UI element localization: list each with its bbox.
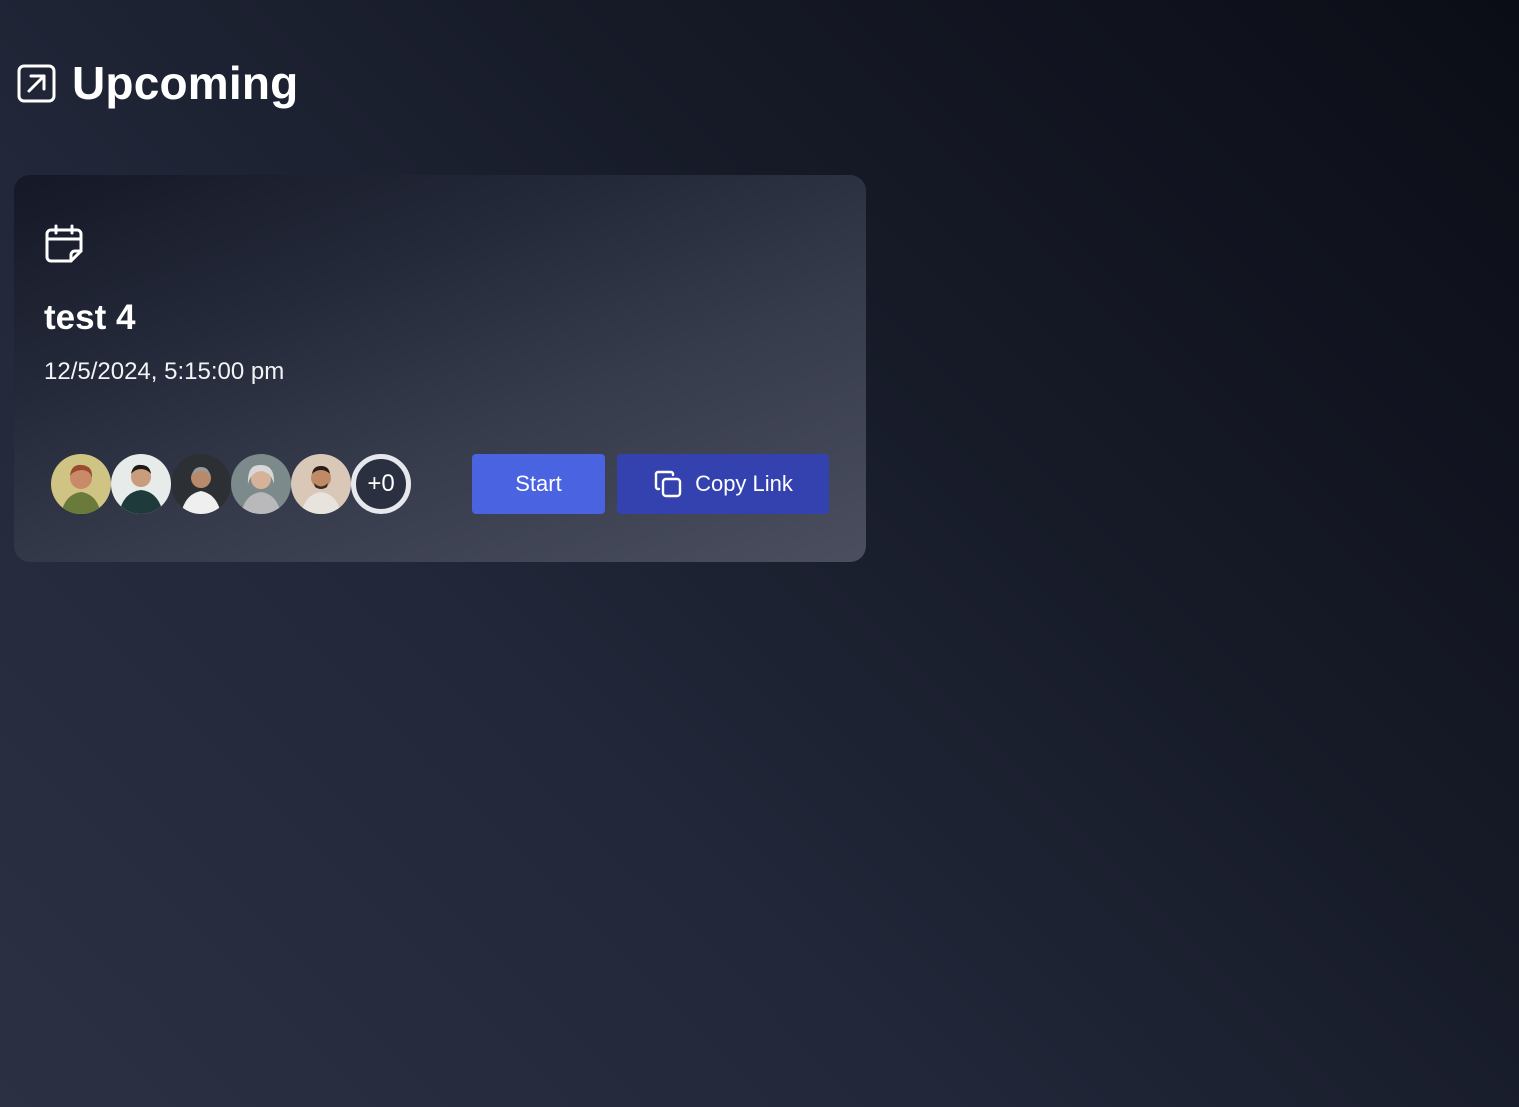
avatar [171,454,231,514]
attendee-avatars: +0 [51,454,411,514]
avatar [231,454,291,514]
avatar [111,454,171,514]
start-button[interactable]: Start [472,454,605,514]
copy-icon [653,469,683,499]
page-title: Upcoming [72,57,299,109]
avatar [291,454,351,514]
more-attendees-count: +0 [351,454,411,514]
meeting-datetime: 12/5/2024, 5:15:00 pm [44,358,285,385]
arrow-up-right-square-icon [17,64,56,103]
copy-link-label: Copy Link [695,471,793,496]
meeting-title: test 4 [44,298,136,337]
page-header: Upcoming [17,60,298,106]
calendar-icon [44,223,84,265]
copy-link-button[interactable]: Copy Link [617,454,829,514]
meeting-card: test 4 12/5/2024, 5:15:00 pm +0 Start Co… [14,175,866,562]
avatar [51,454,111,514]
